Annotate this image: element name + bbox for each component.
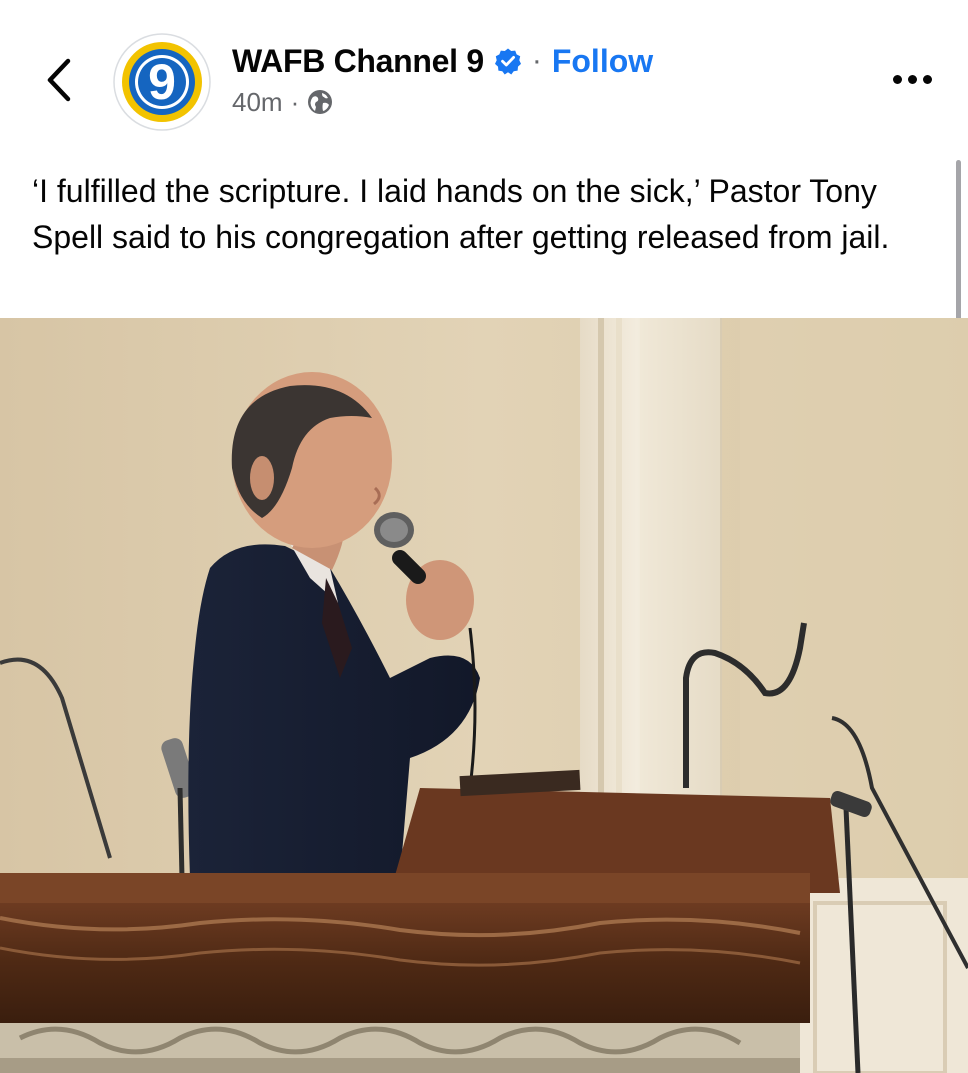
page-name-row: WAFB Channel 9 · Follow — [232, 40, 653, 82]
page-name[interactable]: WAFB Channel 9 — [232, 43, 484, 80]
svg-text:9: 9 — [148, 54, 176, 110]
more-options-icon-dot — [892, 74, 902, 84]
post-timestamp[interactable]: 40m — [232, 87, 283, 118]
follow-button[interactable]: Follow — [552, 43, 653, 80]
globe-icon — [308, 90, 333, 114]
page-avatar[interactable]: 9 — [112, 32, 212, 132]
name-separator: · — [531, 44, 542, 77]
post-header: 9 WAFB Channel 9 · Follow 40m · — [0, 0, 968, 150]
meta-separator: · — [290, 86, 300, 117]
more-options-icon-dot — [922, 74, 932, 84]
verified-badge-icon — [494, 48, 521, 75]
pastor-at-pulpit-image — [0, 318, 968, 1073]
more-options-button[interactable] — [884, 64, 940, 94]
post-photo[interactable] — [0, 318, 968, 1073]
wafb-logo: 9 — [113, 33, 211, 131]
post-caption: ‘I fulfilled the scripture. I laid hands… — [32, 173, 890, 255]
back-button[interactable] — [38, 52, 78, 108]
post-meta: 40m · — [232, 84, 333, 120]
chevron-left-icon — [47, 58, 71, 102]
more-options-icon-dot — [907, 74, 917, 84]
